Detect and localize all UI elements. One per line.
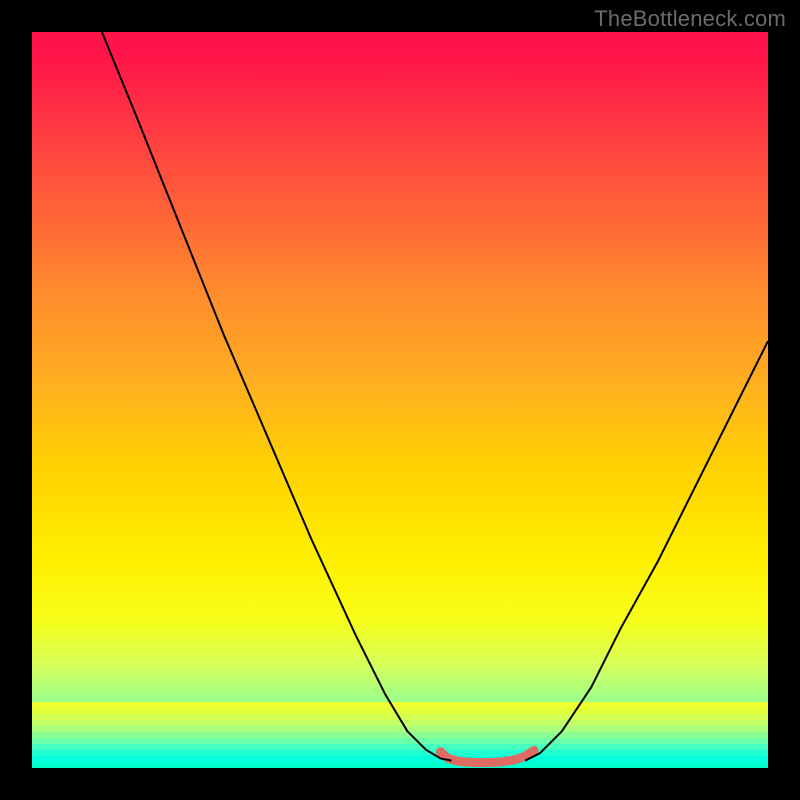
plot-area (32, 32, 768, 768)
left-curve (102, 32, 452, 761)
watermark-text: TheBottleneck.com (594, 6, 786, 32)
right-curve (525, 341, 768, 761)
chart-stage: TheBottleneck.com (0, 0, 800, 800)
trough (440, 750, 533, 762)
curve-layer (32, 32, 768, 768)
